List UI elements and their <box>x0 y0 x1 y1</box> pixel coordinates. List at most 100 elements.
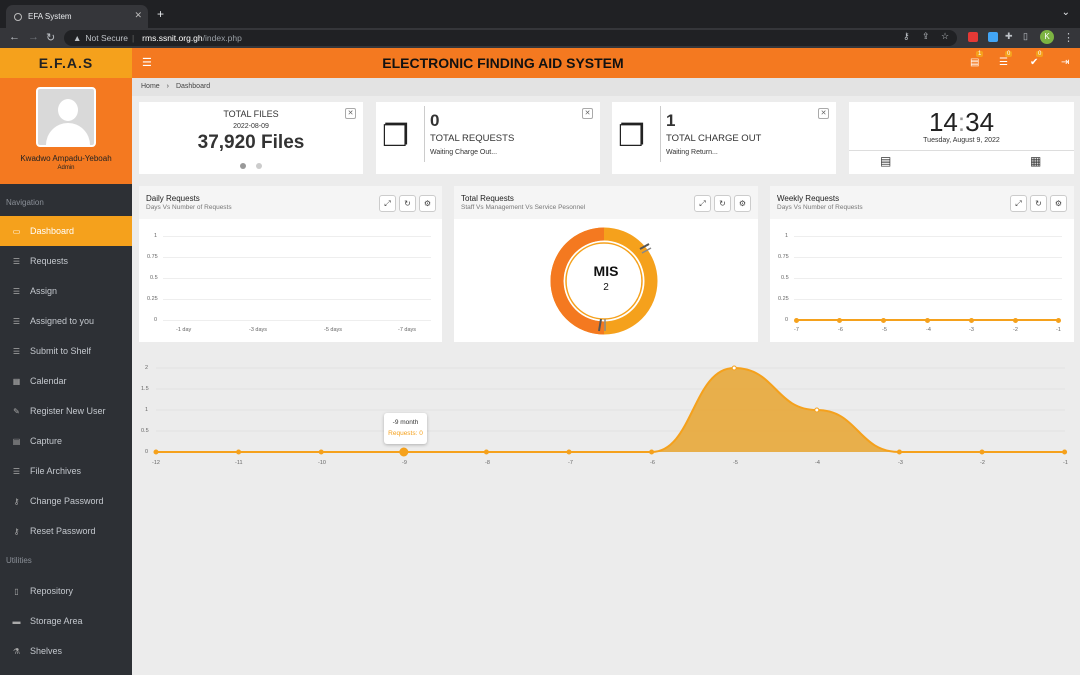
weekly-point[interactable] <box>968 317 974 323</box>
settings-icon[interactable]: ⚙ <box>1050 195 1067 212</box>
close-icon[interactable]: ✕ <box>582 108 593 119</box>
forward-icon[interactable]: → <box>28 31 39 43</box>
sidebar-item-calendar[interactable]: ▦ Calendar <box>0 366 132 396</box>
share-icon[interactable]: ⇪ <box>922 31 930 42</box>
area-point[interactable] <box>979 449 985 455</box>
clock-card: 14:34 Tuesday, August 9, 2022 ▤ ▦ <box>849 102 1074 174</box>
weekly-point[interactable] <box>924 317 930 323</box>
refresh-icon[interactable]: ↻ <box>1030 195 1047 212</box>
profile-avatar[interactable]: K <box>1040 30 1054 44</box>
close-icon[interactable]: ✕ <box>818 108 829 119</box>
logout-icon[interactable]: ⇥ <box>1061 57 1069 68</box>
sidebar-item-capture[interactable]: ▤ Capture <box>0 426 132 456</box>
key-icon: ⚷ <box>13 496 20 506</box>
area-point[interactable] <box>1062 449 1068 455</box>
daily-subtitle: Days Vs Number of Requests <box>146 204 232 211</box>
area-point[interactable] <box>318 449 324 455</box>
expand-icon[interactable]: ⤢ <box>1010 195 1027 212</box>
y-tick-label: 0 <box>154 317 158 323</box>
total-requests-value: 0 <box>430 111 440 130</box>
tab-search-icon[interactable]: ⌄ <box>1062 7 1070 18</box>
x-tick-label: -11 <box>235 460 243 466</box>
area-point[interactable] <box>399 447 409 457</box>
sidebar-item-reset-password[interactable]: ⚷ Reset Password <box>0 516 132 546</box>
menu-icon[interactable]: ⋮ <box>1063 31 1074 44</box>
sidebar-item-assign[interactable]: ☰ Assign <box>0 276 132 306</box>
x-tick-label: -1 <box>1056 327 1061 333</box>
sidebar-item-submit-to-shelf[interactable]: ☰ Submit to Shelf <box>0 336 132 366</box>
donut-chart <box>550 227 658 335</box>
total-files-value: 37,920 Files <box>197 132 305 153</box>
carousel-dot[interactable] <box>240 163 246 169</box>
sidebar-item-register-user[interactable]: ✎ Register New User <box>0 396 132 426</box>
area-point[interactable] <box>649 449 655 455</box>
weekly-point[interactable] <box>837 317 843 323</box>
y-tick-label: 0.75 <box>778 254 789 260</box>
breadcrumb: Home › Dashboard <box>132 78 1080 96</box>
star-icon[interactable]: ☆ <box>941 31 949 42</box>
tasks-icon[interactable]: ☰ 0 <box>999 51 1013 68</box>
browser-tab[interactable]: EFA System ✕ <box>6 5 148 28</box>
address-bar[interactable]: ▲ Not Secure | rms.ssnit.org.gh/index.ph… <box>64 30 957 46</box>
edit-icon: ✎ <box>13 406 20 416</box>
settings-icon[interactable]: ⚙ <box>419 195 436 212</box>
x-tick-label: -4 <box>815 460 820 466</box>
new-tab-icon[interactable]: + <box>157 7 164 21</box>
total-requests-label: TOTAL REQUESTS <box>430 133 515 144</box>
x-tick-label: -2 <box>980 460 985 466</box>
area-point[interactable] <box>731 365 737 371</box>
area-point[interactable] <box>814 407 820 413</box>
area-point[interactable] <box>483 449 489 455</box>
check-icon[interactable]: ✔ 0 <box>1030 51 1044 68</box>
sidebar-item-storage-area[interactable]: ▬ Storage Area <box>0 606 132 636</box>
back-icon[interactable]: ← <box>9 31 20 43</box>
weekly-point[interactable] <box>1056 317 1062 323</box>
weekly-point[interactable] <box>1012 317 1018 323</box>
expand-icon[interactable]: ⤢ <box>694 195 711 212</box>
close-icon[interactable]: ✕ <box>345 108 356 119</box>
close-tab-icon[interactable]: ✕ <box>134 10 142 21</box>
key-icon[interactable]: ⚷ <box>903 31 910 42</box>
area-point[interactable] <box>896 449 902 455</box>
extension-icon[interactable] <box>968 32 978 42</box>
sidebar-item-dashboard[interactable]: ▭ Dashboard <box>0 216 132 246</box>
weekly-point[interactable] <box>793 317 799 323</box>
server-icon[interactable]: ▤ <box>880 154 891 168</box>
calendar-icon: ▦ <box>12 376 21 386</box>
sidebar-item-assigned-to-you[interactable]: ☰ Assigned to you <box>0 306 132 336</box>
monthly-requests-chart: 2 1.5 1 0.5 0 -12 -11 -10 -9 -8 -7 -6 -5… <box>139 358 1074 473</box>
x-tick-label: -5 <box>882 327 887 333</box>
messages-icon[interactable]: ▤ 1 <box>970 51 984 68</box>
extension-icon[interactable] <box>988 32 998 42</box>
puzzle-icon[interactable]: ✚ <box>1005 31 1013 42</box>
warning-icon: ▲ <box>73 33 82 43</box>
util-section-label: Utilities <box>6 556 32 565</box>
area-point[interactable] <box>236 449 242 455</box>
expand-icon[interactable]: ⤢ <box>379 195 396 212</box>
avatar <box>36 87 96 147</box>
sidebar-item-file-archives[interactable]: ☰ File Archives <box>0 456 132 486</box>
breadcrumb-home[interactable]: Home <box>141 83 160 90</box>
sidebar-item-repository[interactable]: ▯ Repository <box>0 576 132 606</box>
total-requests-panel: Total Requests Staff Vs Management Vs Ser… <box>454 186 758 342</box>
calendar-icon[interactable]: ▦ <box>1030 154 1041 168</box>
area-point[interactable] <box>566 449 572 455</box>
user-role: Admin <box>57 165 75 171</box>
carousel-dot[interactable] <box>256 163 262 169</box>
area-point[interactable] <box>153 449 159 455</box>
brand-logo[interactable]: E.F.A.S <box>0 48 132 78</box>
sidebar-item-requests[interactable]: ☰ Requests <box>0 246 132 276</box>
weekly-point[interactable] <box>881 317 887 323</box>
refresh-icon[interactable]: ↻ <box>714 195 731 212</box>
sidebar-item-shelves[interactable]: ⚗ Shelves <box>0 636 132 666</box>
key-icon: ⚷ <box>13 526 20 536</box>
sidebar-item-change-password[interactable]: ⚷ Change Password <box>0 486 132 516</box>
reload-icon[interactable]: ↻ <box>46 31 55 44</box>
browser-tab-strip: EFA System ✕ + ⌄ <box>0 0 1080 28</box>
refresh-icon[interactable]: ↻ <box>399 195 416 212</box>
x-tick-label: -7 <box>568 460 573 466</box>
settings-icon[interactable]: ⚙ <box>734 195 751 212</box>
file-icon: ▯ <box>14 586 19 596</box>
sidepanel-icon[interactable]: ▯ <box>1023 31 1028 42</box>
charge-out-sub: Waiting Return... <box>666 149 718 156</box>
